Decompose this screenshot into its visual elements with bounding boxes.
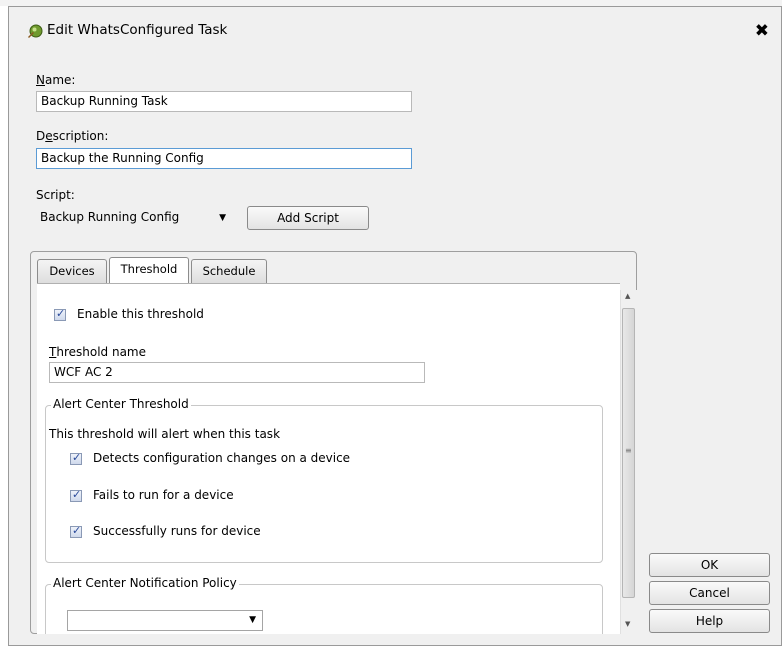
panel-scrollbar[interactable]: ▲ ≡ ▼ xyxy=(620,290,637,634)
name-input[interactable]: Backup Running Task xyxy=(36,91,412,112)
notification-policy-select[interactable]: ▼ xyxy=(67,610,263,631)
whatsconfigured-app-icon xyxy=(28,24,43,38)
detects-changes-label: Detects configuration changes on a devic… xyxy=(93,451,351,465)
alert-center-threshold-title: Alert Center Threshold xyxy=(51,397,191,411)
tab-devices[interactable]: Devices xyxy=(37,259,107,283)
script-label: Script: xyxy=(36,188,75,202)
enable-threshold-checkbox[interactable] xyxy=(54,307,66,321)
alert-intro-text: This threshold will alert when this task xyxy=(49,427,281,441)
help-button[interactable]: Help xyxy=(649,609,770,633)
tab-schedule[interactable]: Schedule xyxy=(191,259,267,283)
scroll-down-icon[interactable]: ▼ xyxy=(625,620,630,628)
edit-task-dialog: Edit WhatsConfigured Task ✖ Name: Backup… xyxy=(8,6,782,646)
chevron-down-icon: ▼ xyxy=(249,615,256,625)
successfully-runs-label: Successfully runs for device xyxy=(93,524,261,538)
ok-button[interactable]: OK xyxy=(649,553,770,577)
threshold-panel: Enable this threshold Threshold name WCF… xyxy=(37,283,620,634)
dialog-title: Edit WhatsConfigured Task xyxy=(47,22,228,38)
name-label: Name: xyxy=(36,73,76,87)
successfully-runs-checkbox[interactable] xyxy=(70,524,82,538)
cancel-button[interactable]: Cancel xyxy=(649,581,770,605)
enable-threshold-label: Enable this threshold xyxy=(77,307,204,321)
fails-to-run-label: Fails to run for a device xyxy=(93,488,234,502)
script-dropdown[interactable]: Backup Running Config ▼ xyxy=(36,207,232,229)
description-input[interactable]: Backup the Running Config xyxy=(36,148,412,169)
detects-changes-checkbox[interactable] xyxy=(70,451,82,465)
title-bar: Edit WhatsConfigured Task ✖ xyxy=(9,7,781,51)
scroll-up-icon[interactable]: ▲ xyxy=(625,292,630,300)
scroll-grip-icon: ≡ xyxy=(625,446,632,455)
tab-threshold[interactable]: Threshold xyxy=(109,257,189,284)
description-label: Description: xyxy=(36,129,109,143)
script-dropdown-value: Backup Running Config xyxy=(40,210,180,224)
add-script-button[interactable]: Add Script xyxy=(247,206,369,230)
chevron-down-icon: ▼ xyxy=(219,213,226,223)
threshold-name-label: Threshold name xyxy=(49,345,146,359)
threshold-name-input[interactable]: WCF AC 2 xyxy=(49,362,425,383)
close-icon[interactable]: ✖ xyxy=(755,21,769,41)
notification-policy-title: Alert Center Notification Policy xyxy=(51,576,239,590)
fails-to-run-checkbox[interactable] xyxy=(70,488,82,502)
